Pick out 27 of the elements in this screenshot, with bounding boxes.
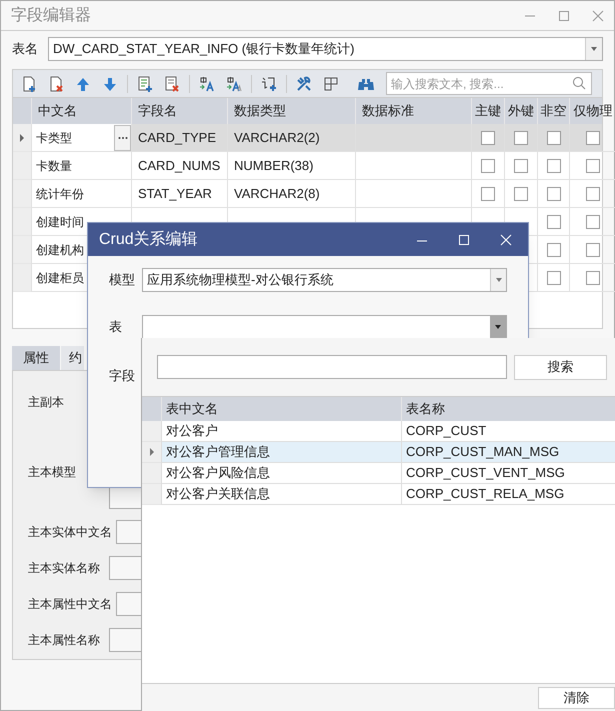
field-label: 主本模型 [28, 464, 77, 481]
table-cell-text: 统计年份 [36, 186, 84, 202]
field-label: 主本实体中文名 [28, 524, 112, 541]
table-cell[interactable]: CORP_CUST_RELA_MSG [401, 484, 615, 505]
field-label: 主本实体名称 [28, 560, 101, 577]
table-cell-text: 卡类型 [36, 130, 72, 146]
table-cell-text: 创建柜员 [36, 270, 84, 286]
field-label: 表 [109, 318, 123, 336]
search-button[interactable]: 搜索 [514, 354, 607, 380]
field-label: 表名 [12, 40, 38, 58]
dialog-title: Crud关系编辑 [99, 230, 198, 250]
field-label: 字段 [109, 367, 134, 385]
table-name-dropdown[interactable]: DW_CARD_STAT_YEAR_INFO (银行卡数量年统计) [48, 37, 603, 61]
field-label: 主本属性中文名 [28, 596, 112, 613]
table-cell[interactable]: 对公客户关联信息 [161, 484, 401, 505]
clear-button[interactable]: 清除 [538, 687, 615, 709]
search-field[interactable]: 输入搜索文本, 搜索... [386, 72, 592, 95]
field-label: 模型 [109, 271, 134, 290]
model-dropdown[interactable]: 应用系统物理模型-对公银行系统 [142, 268, 507, 292]
tab[interactable]: 约 [61, 346, 84, 370]
table-cell-text: 卡数量 [36, 158, 72, 174]
table-cell-text: 创建时间 [36, 214, 84, 230]
tab[interactable]: 属性 [12, 346, 60, 370]
window-title: 字段编辑器 [11, 6, 91, 26]
field-label: 主本属性名称 [28, 632, 101, 649]
field-label: 主副本 [28, 394, 65, 411]
table-cell-text: 创建机构 [36, 242, 84, 258]
